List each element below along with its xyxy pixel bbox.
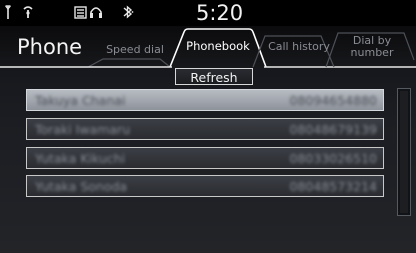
contact-name: Yutaka Sonoda <box>35 179 128 194</box>
phone-battery-icon <box>74 4 88 25</box>
contact-number: 08048573214 <box>289 179 377 194</box>
tab-phonebook[interactable]: Phonebook <box>182 40 254 52</box>
list-item[interactable]: Toraki Iwamaru 08048679139 <box>26 118 384 140</box>
headset-icon <box>89 4 103 25</box>
clock: 5:20 <box>196 1 244 25</box>
bluetooth-icon <box>122 4 134 25</box>
list-item[interactable]: Yutaka Kikuchi 08033026510 <box>26 147 384 169</box>
contact-number: 08033026510 <box>289 151 377 166</box>
contact-name: Yutaka Kikuchi <box>35 151 126 166</box>
status-bar: 5:20 <box>0 0 416 26</box>
tab-speed-dial[interactable]: Speed dial <box>104 44 166 56</box>
contact-name: Takuya Chanai <box>35 93 126 108</box>
refresh-button[interactable]: Refresh <box>175 68 253 85</box>
phone-icon <box>21 4 35 25</box>
list-item[interactable]: Takuya Chanai 08094654880 <box>26 89 384 111</box>
scroll-thumb[interactable] <box>400 91 408 213</box>
contact-name: Toraki Iwamaru <box>35 122 131 137</box>
list-item[interactable]: Yutaka Sonoda 08048573214 <box>26 175 384 197</box>
phone-screen: 5:20 Phone Speed dial Phonebook Call his… <box>0 0 416 253</box>
tab-call-history[interactable]: Call history <box>262 41 336 53</box>
tab-dial-by-number[interactable]: Dial by number <box>340 35 404 59</box>
tab-dial-by-number-line2: number <box>350 46 394 59</box>
contact-number: 08048679139 <box>289 122 377 137</box>
contact-number: 08094654880 <box>289 93 377 108</box>
scrollbar[interactable] <box>397 88 411 216</box>
antenna-signal-icon <box>5 4 15 25</box>
